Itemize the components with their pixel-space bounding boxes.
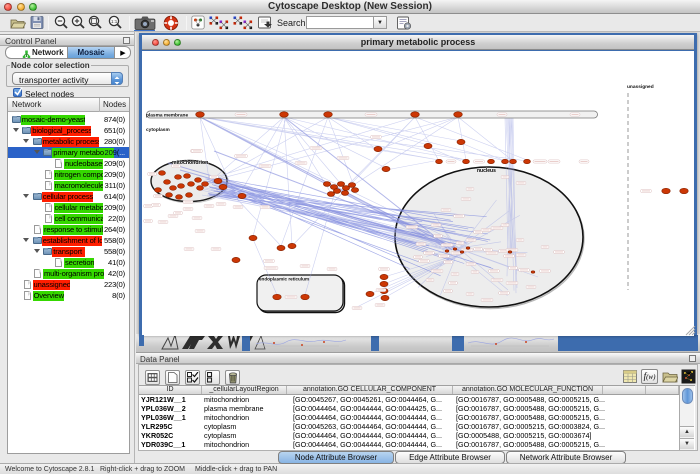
svg-text:plasma membrane: plasma membrane (146, 113, 188, 119)
svg-text:endoplasmic reticulum: endoplasmic reticulum (259, 277, 309, 282)
svg-text:mitochondrion: mitochondrion (172, 160, 208, 166)
svg-text:nucleus: nucleus (477, 168, 496, 174)
svg-text:cytoplasm: cytoplasm (146, 127, 170, 133)
svg-text:unassigned: unassigned (627, 84, 654, 90)
svg-text:1:1: 1:1 (111, 19, 118, 24)
